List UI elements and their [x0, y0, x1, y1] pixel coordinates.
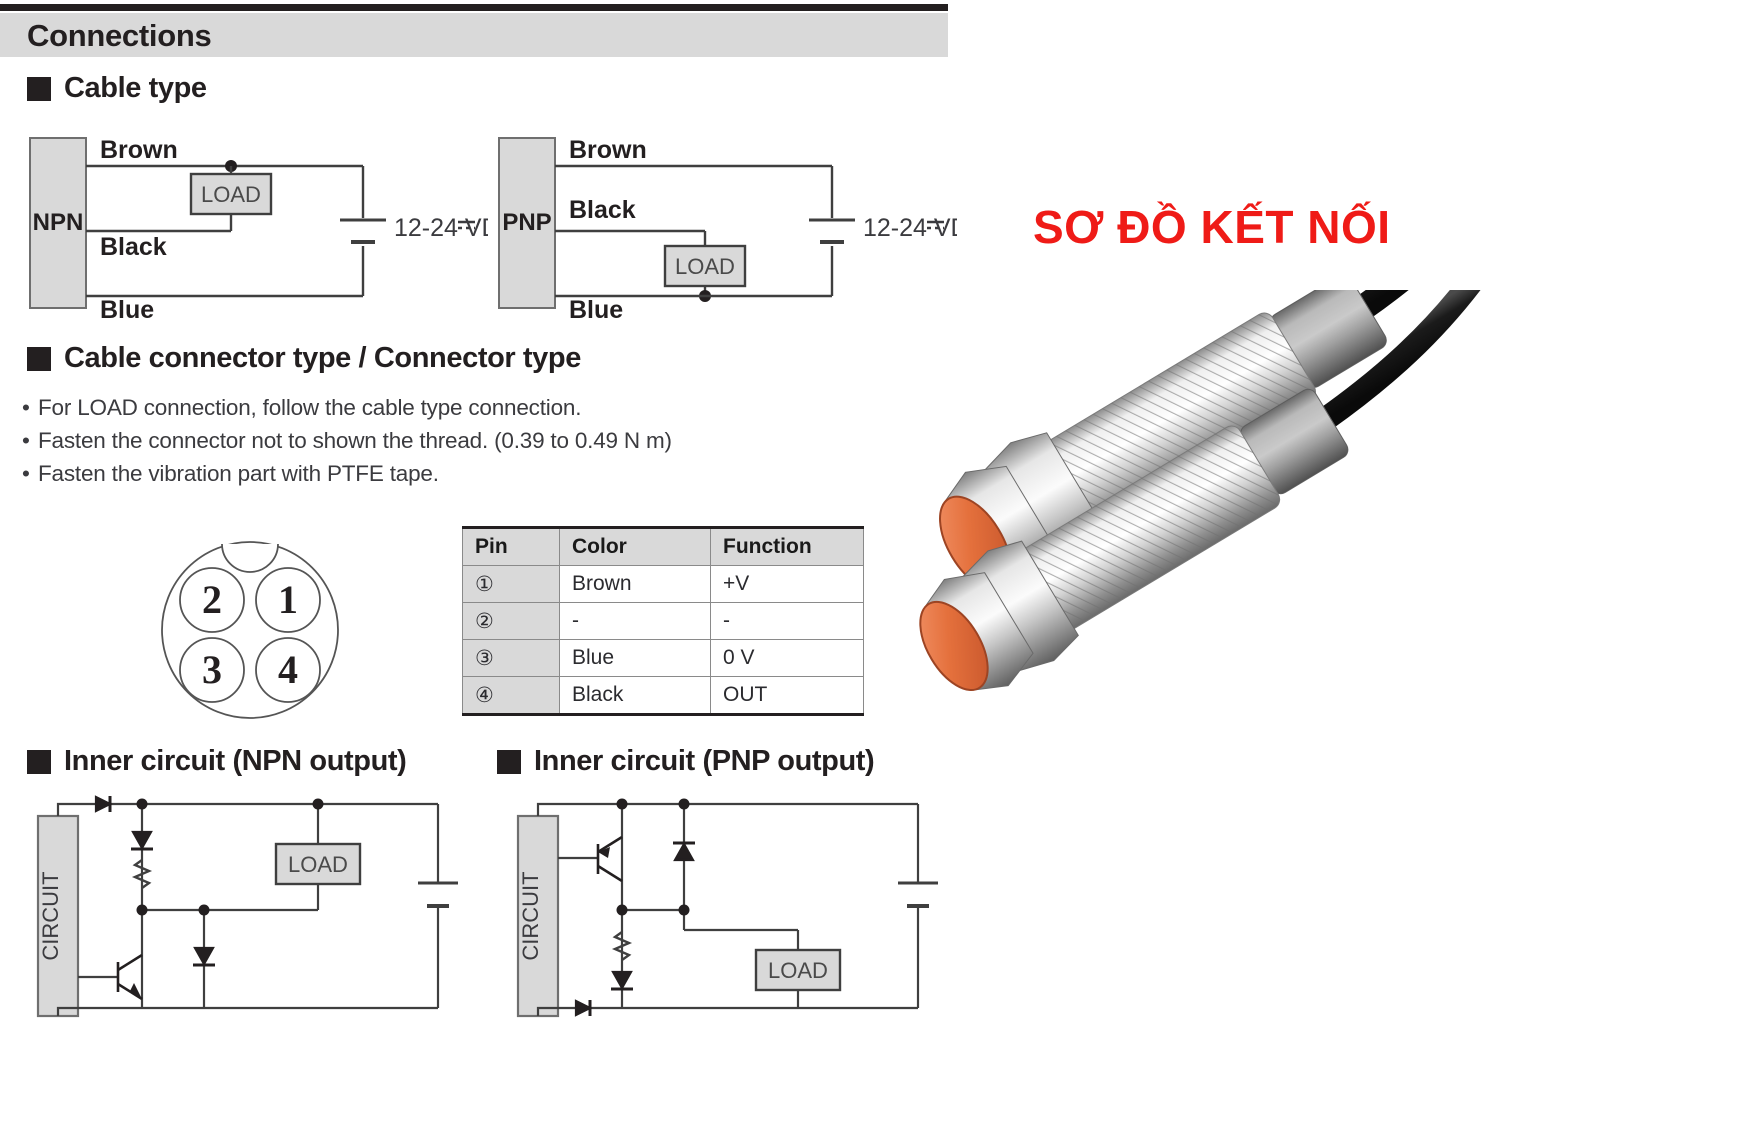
cell-pin: ③: [462, 639, 560, 677]
column-header-pin: Pin: [462, 526, 560, 566]
supply-label-pnp: 12-24 VDC: [863, 214, 957, 242]
table-row: ① Brown +V: [462, 565, 864, 603]
section-heading-inner-circuit-npn: Inner circuit (NPN output): [27, 745, 407, 778]
cell-color: -: [559, 602, 711, 640]
caption-vietnamese: SƠ ĐỒ KẾT NỐI: [1033, 201, 1391, 253]
pin-number-4: 4: [278, 647, 298, 692]
bullet-dot-icon: •: [22, 461, 30, 486]
load-label-inner-npn: LOAD: [288, 852, 348, 877]
note-text: Fasten the connector not to shown the th…: [38, 428, 672, 453]
bullet-square-icon: [497, 749, 521, 774]
circuit-block-label-pnp: CIRCUIT: [518, 871, 543, 960]
table-row: ② - -: [462, 602, 864, 640]
circuit-block-label-npn: CIRCUIT: [38, 871, 63, 960]
load-label-npn: LOAD: [201, 182, 261, 207]
sensor-cable-back: [1348, 155, 1524, 322]
pin-function-table: Pin Color Function ① Brown +V ② - - ③ Bl…: [462, 526, 864, 716]
wire-label-blue-npn: Blue: [100, 296, 154, 323]
supply-label-npn: 12-24 VDC: [394, 214, 488, 242]
table-row: ④ Black OUT: [462, 676, 864, 716]
pin-number-3: 3: [202, 647, 222, 692]
pin-number-1: 1: [278, 577, 298, 622]
wire-label-brown-npn: Brown: [100, 136, 178, 164]
bullet-square-icon: [27, 76, 51, 101]
header-rule: [0, 4, 948, 11]
section-label: Cable type: [64, 72, 207, 104]
wire-label-black-npn: Black: [100, 233, 167, 261]
section-label: Cable connector type / Connector type: [64, 342, 581, 374]
note-item: • Fasten the connector not to shown the t…: [22, 428, 672, 454]
bullet-dot-icon: •: [22, 428, 30, 453]
cell-pin: ④: [462, 676, 560, 716]
column-header-color: Color: [559, 526, 711, 566]
section-label: Inner circuit (NPN output): [64, 745, 407, 777]
section-heading-cable-connector-type: Cable connector type / Connector type: [27, 342, 581, 375]
connector-pinout-diagram: 2 1 3 4: [150, 530, 350, 735]
block-label-npn: NPN: [33, 209, 84, 236]
block-label-pnp: PNP: [502, 209, 551, 236]
bullet-dot-icon: •: [22, 395, 30, 420]
inner-circuit-pnp-diagram: LOAD CIRCUIT: [498, 792, 948, 1027]
cell-color: Brown: [559, 565, 711, 603]
note-text: For LOAD connection, follow the cable ty…: [38, 395, 582, 420]
load-label-pnp: LOAD: [675, 254, 735, 279]
cell-color: Black: [559, 676, 711, 716]
cable-diagram-npn: NPN LOAD 12-24 VDC Brown Black Blue: [18, 118, 518, 328]
note-item: • For LOAD connection, follow the cable t…: [22, 395, 581, 421]
wire-label-brown-pnp: Brown: [569, 136, 647, 164]
cell-pin: ②: [462, 602, 560, 640]
product-photo-proximity-sensors: [840, 155, 1600, 720]
note-text: Fasten the vibration part with PTFE tape…: [38, 461, 439, 486]
section-heading-cable-type: Cable type: [27, 72, 207, 105]
table-header-row: Pin Color Function: [462, 526, 864, 566]
note-item: • Fasten the vibration part with PTFE tap…: [22, 461, 439, 487]
cell-color: Blue: [559, 639, 711, 677]
wire-label-black-pnp: Black: [569, 196, 636, 224]
section-label: Inner circuit (PNP output): [534, 745, 875, 777]
load-label-inner-pnp: LOAD: [768, 958, 828, 983]
cell-pin: ①: [462, 565, 560, 603]
inner-circuit-npn-diagram: LOAD CIRCUIT: [18, 792, 468, 1027]
bullet-square-icon: [27, 346, 51, 371]
section-heading-inner-circuit-pnp: Inner circuit (PNP output): [497, 745, 875, 778]
page-title: Connections: [27, 18, 212, 53]
bullet-square-icon: [27, 749, 51, 774]
table-row: ③ Blue 0 V: [462, 639, 864, 677]
wire-label-blue-pnp: Blue: [569, 296, 623, 323]
pin-number-2: 2: [202, 577, 222, 622]
